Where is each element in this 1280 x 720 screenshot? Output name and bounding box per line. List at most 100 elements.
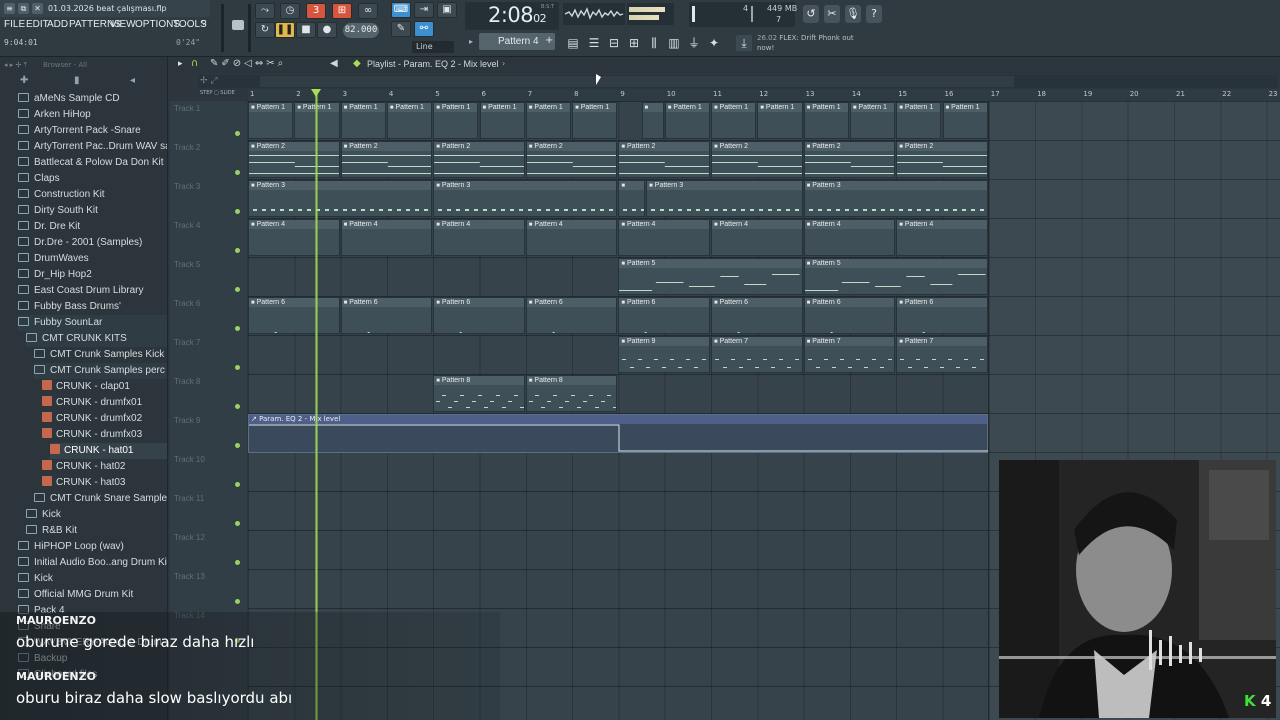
browser-folder[interactable]: R&B Kit [26,523,167,539]
track-name[interactable]: Track 3 [174,182,200,191]
pattern-clip[interactable]: Pattern 3 [433,180,618,217]
pattern-clip[interactable]: Pattern 6 [711,297,803,334]
pattern-clip[interactable]: Pattern 2 [896,141,988,178]
track-mute-led[interactable] [235,560,240,565]
browser-folder[interactable]: aMeNs Sample CD [18,91,167,107]
pattern-clip[interactable]: Pattern 1 [340,102,386,139]
pattern-clip[interactable]: Pattern 5 [803,258,988,295]
recording-icon[interactable]: ▣ [437,2,457,18]
menu-edit[interactable]: EDIT [26,17,49,33]
snap-icon[interactable]: ✎ [391,21,411,37]
menu-view[interactable]: VIEW [110,17,136,33]
playlist-menu-icon[interactable]: ▸ [178,59,183,69]
master-volume-slider[interactable] [221,4,224,52]
pattern-clip[interactable]: Pattern 6 [896,297,988,334]
countdown-button[interactable]: 3 [306,3,326,19]
track-mute-led[interactable] [235,521,240,526]
track-name[interactable]: Track 2 [174,143,200,152]
piano-roll-icon[interactable]: ⊟ [606,35,622,51]
close-icon[interactable]: ✕ [32,3,43,14]
pattern-add-icon[interactable]: + [545,35,553,46]
speaker-icon[interactable]: ◀ [330,58,338,69]
browser-folder[interactable]: Construction Kit [18,187,167,203]
pattern-clip[interactable]: Pattern 1 [248,102,294,139]
track-mute-led[interactable] [235,287,240,292]
track-mute-led[interactable] [235,404,240,409]
track-mute-led[interactable] [235,326,240,331]
touch-icon[interactable]: ✦ [706,35,722,51]
pattern-clip[interactable]: Pattern 7 [803,336,896,373]
pattern-clip[interactable] [618,180,646,217]
browser-sample[interactable]: CRUNK - drumfx02 [42,411,167,427]
menu-add[interactable]: ADD [47,17,68,33]
plugin-db-icon[interactable]: ⏚ [686,35,702,51]
snap-mode-select[interactable]: Line [412,41,454,53]
browser-folder[interactable]: ArtyTorrent Pack -Snare [18,123,167,139]
browser-view-icon[interactable]: ⊞ [626,35,642,51]
pattern-clip[interactable]: Pattern 4 [248,219,340,256]
minimize-icon[interactable]: ⧉ [18,3,29,14]
pattern-clip[interactable]: Pattern 2 [340,141,433,178]
pattern-clip[interactable]: Pattern 1 [386,102,433,139]
pattern-clip[interactable]: Pattern 6 [340,297,433,334]
help-icon[interactable]: ? [866,5,882,23]
step-edit-button[interactable]: ⊞ [332,3,352,19]
pattern-clip[interactable]: Pattern 3 [803,180,988,217]
playlist-title-arrow-icon[interactable]: › [502,59,505,68]
browser-folder[interactable]: East Coast Drum Library [18,283,167,299]
browser-folder[interactable]: CMT CRUNK KITS [26,331,167,347]
browser-arrows-icon[interactable]: ◂ ▸ ✢ ⤒ [4,57,27,73]
menu-file[interactable]: FILE [4,17,25,33]
tempo-display[interactable]: 82.000 [343,23,379,38]
pattern-clip[interactable]: Pattern 1 [664,102,710,139]
browser-folder[interactable]: Dr.Dre - 2001 (Samples) [18,235,167,251]
pattern-song-icon[interactable]: ⤳ [255,3,275,19]
pattern-clip[interactable]: Pattern 2 [248,141,340,178]
master-volume-handle[interactable] [232,20,244,30]
link-icon[interactable]: ⚯ [414,21,434,37]
pattern-clip[interactable]: Pattern 4 [618,219,710,256]
magnet-icon[interactable]: ∩ [191,58,198,69]
pattern-clip[interactable]: Pattern 2 [711,141,803,178]
track-mute-led[interactable] [235,443,240,448]
pattern-clip[interactable]: Pattern 3 [646,180,803,217]
zoom-icon[interactable]: ✢ ⤢ [200,76,218,86]
mic-icon[interactable]: 🎙 [845,5,861,23]
pattern-clip[interactable]: Pattern 6 [525,297,618,334]
pattern-clip[interactable]: Pattern 1 [803,102,849,139]
timeline-ruler[interactable]: 1 2 3 4 5 6 7 8 9 10 11 12 13 14 15 16 17 18 19 20 21 22 23 [248,89,1280,101]
pause-button[interactable]: ❚❚ [275,22,295,38]
browser-folder[interactable]: Battlecat & Polow Da Don Kit [18,155,167,171]
track-mute-led[interactable] [235,209,240,214]
playlist-nav-icon[interactable]: ◆ [353,58,361,69]
track-name[interactable]: Track 12 [174,533,205,542]
pattern-clip[interactable]: Pattern 6 [248,297,340,334]
track-name[interactable]: Track 5 [174,260,200,269]
pattern-clip[interactable]: Pattern 8 [433,375,525,412]
track-name[interactable]: Track 13 [174,572,205,581]
pattern-clip[interactable]: Pattern 4 [433,219,525,256]
channel-rack-icon[interactable]: ☰ [586,35,602,51]
browser-folder[interactable]: Arken HiHop [18,107,167,123]
browser-folder[interactable]: Kick [18,571,167,587]
browser-plus-icon[interactable]: ✚ [20,75,28,86]
song-mode-icon[interactable]: ↻ [255,22,275,38]
track-name[interactable]: Track 4 [174,221,200,230]
browser-folder[interactable]: CMT Crunk Samples Kick [34,347,167,363]
pattern-clip[interactable]: Pattern 2 [525,141,618,178]
loop-record-icon[interactable]: ∞ [358,3,378,19]
blend-notes-icon[interactable]: ⇥ [414,2,434,18]
browser-folder[interactable]: Dr_Hip Hop2 [18,267,167,283]
pattern-clip[interactable]: Pattern 1 [525,102,572,139]
browser-sample[interactable]: CRUNK - hat02 [42,459,167,475]
pattern-clip[interactable]: Pattern 1 [572,102,618,139]
master-pitch-slider[interactable] [248,4,251,52]
browser-folder[interactable]: Dr. Dre Kit [18,219,167,235]
track-name[interactable]: Track 1 [174,104,200,113]
pattern-clip[interactable]: Pattern 2 [618,141,710,178]
pattern-clip[interactable]: Pattern 3 [248,180,433,217]
browser-folder[interactable]: Kick [26,507,167,523]
pattern-clip[interactable]: Pattern 1 [711,102,757,139]
browser-folder[interactable]: DrumWaves [18,251,167,267]
pattern-clip[interactable]: Pattern 1 [942,102,988,139]
